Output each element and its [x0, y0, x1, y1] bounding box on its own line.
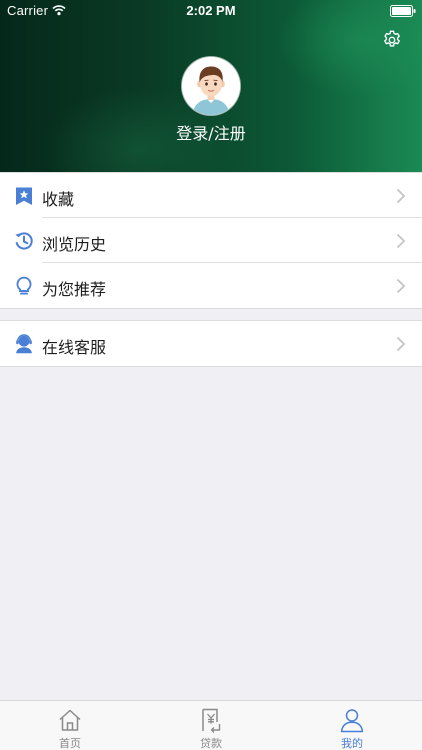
tab-bar: 首页 贷款 我的	[0, 700, 422, 750]
status-bar: Carrier 2:02 PM	[0, 0, 422, 22]
menu-item-label: 浏览历史	[42, 235, 107, 254]
gear-icon	[384, 30, 400, 47]
avatar-icon	[182, 57, 240, 115]
profile-header: Carrier 2:02 PM 登录/注册	[0, 0, 422, 172]
history-icon	[15, 232, 33, 250]
menu-item-label: 为您推荐	[42, 280, 107, 299]
lightbulb-icon	[16, 276, 32, 295]
chevron-right-icon	[396, 278, 406, 294]
menu-item-label: 在线客服	[42, 338, 107, 357]
tab-label: 贷款	[200, 737, 222, 750]
user-icon	[340, 709, 364, 733]
chevron-right-icon	[396, 233, 406, 249]
star-bookmark-icon	[16, 187, 32, 205]
menu-item-customer-service[interactable]: 在线客服	[0, 321, 422, 366]
menu-item-history[interactable]: 浏览历史	[0, 218, 422, 263]
customer-service-icon	[16, 334, 32, 354]
menu-group-main: 收藏 浏览历史 为您推荐	[0, 172, 422, 309]
tab-label: 首页	[59, 737, 81, 750]
chevron-right-icon	[396, 336, 406, 352]
avatar[interactable]	[182, 57, 240, 115]
app-screen: Carrier 2:02 PM 登录/注册 收藏 浏览历史 为您推荐 在线客服 …	[0, 0, 422, 750]
menu-item-recommend[interactable]: 为您推荐	[0, 263, 422, 308]
status-time: 2:02 PM	[186, 3, 236, 18]
menu-group-service: 在线客服	[0, 320, 422, 367]
home-icon	[59, 709, 81, 731]
menu-item-favorites[interactable]: 收藏	[0, 173, 422, 218]
tab-label: 我的	[341, 737, 363, 750]
battery-icon	[390, 5, 416, 17]
settings-button[interactable]	[378, 26, 406, 54]
tab-mine[interactable]: 我的	[282, 701, 422, 750]
menu-item-label: 收藏	[42, 190, 75, 209]
login-register-link[interactable]: 登录/注册	[0, 120, 422, 144]
loan-document-icon	[202, 708, 221, 733]
tab-home[interactable]: 首页	[0, 701, 140, 750]
chevron-right-icon	[396, 188, 406, 204]
tab-loan[interactable]: 贷款	[141, 701, 281, 750]
